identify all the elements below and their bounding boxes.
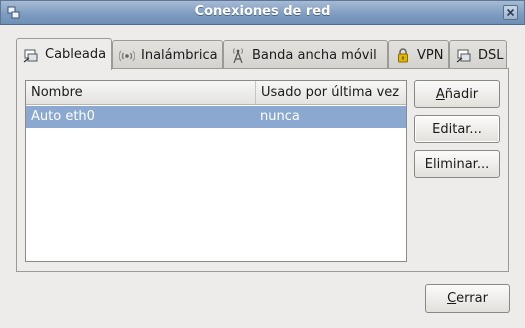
list-item[interactable]: Auto eth0 nunca [26, 106, 406, 128]
connection-last-used: nunca [260, 109, 300, 124]
mobile-antenna-icon [233, 48, 243, 63]
dsl-network-icon [456, 49, 471, 63]
add-button[interactable]: Añadir [414, 80, 500, 108]
window-title: Conexiones de red [194, 4, 331, 19]
tab-label: Banda ancha móvil [252, 47, 377, 63]
tab-wireless[interactable]: Inalámbrica [112, 40, 223, 69]
tab-label: Cableada [45, 47, 107, 62]
lock-icon [398, 48, 408, 63]
delete-button[interactable]: Eliminar... [414, 150, 500, 178]
close-window-button[interactable] [503, 5, 518, 20]
tab-vpn[interactable]: VPN [388, 40, 449, 69]
connections-list[interactable]: Nombre Usado por última vez Auto eth0 nu… [25, 80, 407, 262]
tab-wired[interactable]: Cableada [16, 38, 112, 70]
wireless-icon [119, 50, 135, 62]
close-icon [506, 8, 515, 17]
wired-network-icon [23, 49, 38, 62]
tab-label: Inalámbrica [141, 47, 218, 63]
edit-button[interactable]: Editar... [414, 115, 500, 143]
close-button[interactable]: Cerrar [425, 284, 510, 313]
connection-name: Auto eth0 [31, 109, 95, 124]
column-header-name[interactable]: Nombre [26, 81, 256, 105]
tab-label: DSL [478, 47, 504, 63]
tab-mobile-broadband[interactable]: Banda ancha móvil [223, 40, 388, 69]
tab-label: VPN [417, 47, 444, 63]
column-header-last-used[interactable]: Usado por última vez [256, 81, 406, 105]
tab-dsl[interactable]: DSL [449, 40, 507, 69]
title-bar[interactable]: Conexiones de red [0, 0, 525, 25]
